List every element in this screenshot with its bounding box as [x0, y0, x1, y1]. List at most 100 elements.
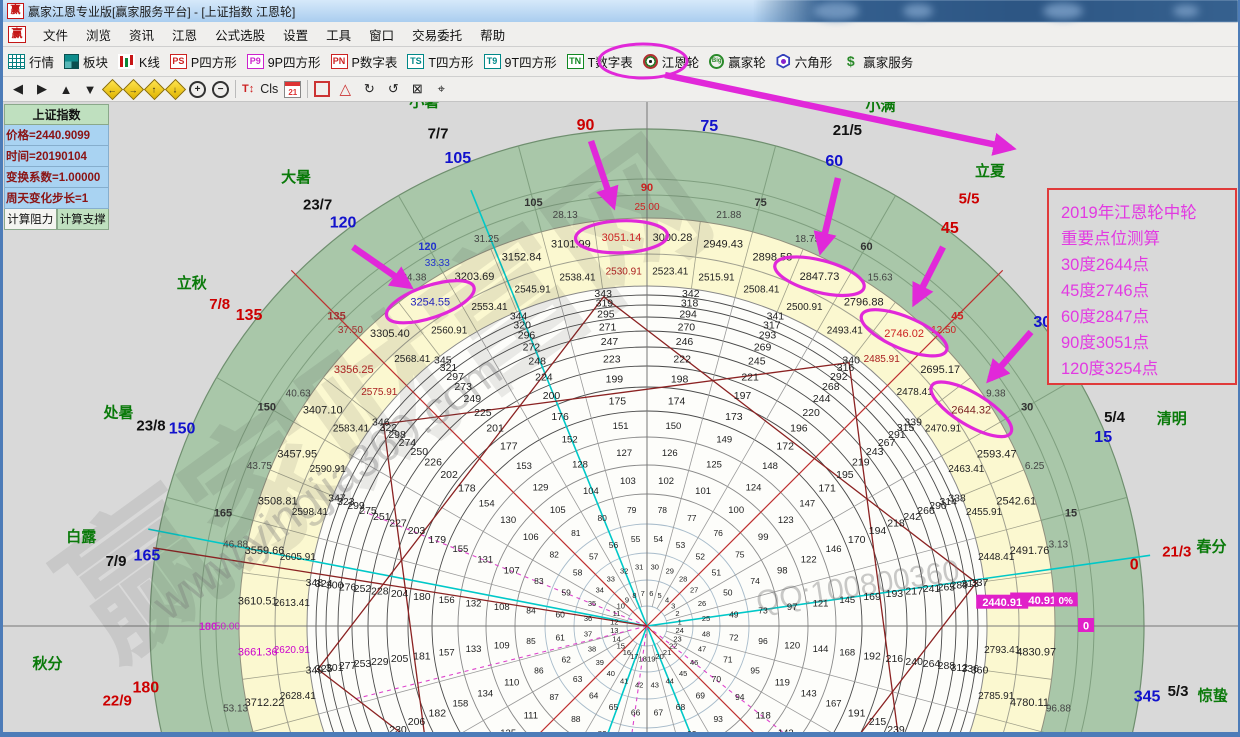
svg-text:2695.17: 2695.17 [920, 364, 960, 376]
svg-text:154: 154 [479, 498, 495, 509]
toolbar-button-赢家轮[interactable]: Big赢家轮 [704, 49, 771, 74]
svg-text:23/7: 23/7 [303, 196, 332, 213]
nav-next-icon[interactable]: ▶ [33, 80, 51, 98]
svg-text:35: 35 [588, 599, 596, 608]
svg-text:2500.91: 2500.91 [786, 302, 823, 313]
pan-right-icon[interactable]: → [123, 78, 144, 99]
menu-item-设置[interactable]: 设置 [274, 26, 317, 46]
svg-text:60: 60 [825, 153, 843, 170]
calc-resistance-button[interactable]: 计算阻力 [4, 209, 57, 230]
time-scale-icon[interactable]: T↕ [242, 80, 254, 98]
menu-item-窗口[interactable]: 窗口 [360, 26, 403, 46]
menu-item-江恩[interactable]: 江恩 [163, 26, 206, 46]
menu-item-工具[interactable]: 工具 [317, 26, 360, 46]
menu-item-公式选股[interactable]: 公式选股 [206, 26, 274, 46]
svg-text:26: 26 [698, 599, 706, 608]
triangle-tool-icon[interactable]: △ [336, 80, 354, 98]
toolbar-button-P四方形[interactable]: PSP四方形 [165, 49, 242, 74]
nav-up-icon[interactable]: ▲ [57, 80, 75, 98]
kline-icon [118, 54, 135, 69]
calc-support-button[interactable]: 计算支撑 [57, 209, 110, 230]
svg-text:62: 62 [561, 655, 571, 665]
svg-text:173: 173 [725, 411, 743, 423]
toolbar-label: 江恩轮 [662, 52, 700, 71]
zoom-out-icon[interactable]: − [212, 81, 229, 98]
toolbar-button-T四方形[interactable]: TST四方形 [402, 49, 478, 74]
svg-text:8: 8 [632, 591, 636, 600]
svg-text:2949.43: 2949.43 [703, 239, 743, 251]
svg-text:60: 60 [555, 610, 565, 620]
menu-item-浏览[interactable]: 浏览 [77, 26, 120, 46]
svg-text:46: 46 [690, 658, 698, 667]
nav-down-icon[interactable]: ▼ [81, 80, 99, 98]
calendar-icon[interactable]: 21 [284, 81, 301, 98]
svg-text:31: 31 [635, 563, 643, 572]
annotation-line: 30度2644点 [1061, 252, 1235, 278]
svg-text:222: 222 [673, 354, 691, 366]
svg-text:240: 240 [905, 656, 923, 668]
toolbar-button-江恩轮[interactable]: 江恩轮 [638, 49, 705, 74]
pan-down-icon[interactable]: ↓ [165, 78, 186, 99]
zoom-in-icon[interactable]: + [189, 81, 206, 98]
toolbar-button-赢家服务[interactable]: $赢家服务 [837, 49, 918, 74]
svg-text:31.25: 31.25 [474, 234, 499, 245]
pan-up-icon[interactable]: ↑ [144, 78, 165, 99]
toolbar-button-板块[interactable]: 板块 [59, 49, 113, 74]
delete-box-icon[interactable]: ⊠ [408, 80, 426, 98]
svg-text:200: 200 [543, 390, 561, 402]
nav-prev-icon[interactable]: ◀ [9, 80, 27, 98]
toolbar-button-六角形[interactable]: 六角形 [771, 49, 838, 74]
svg-text:2598.41: 2598.41 [292, 507, 329, 518]
svg-text:109: 109 [494, 640, 510, 651]
svg-text:60: 60 [860, 241, 872, 253]
svg-text:155: 155 [452, 544, 468, 555]
svg-text:77: 77 [687, 513, 697, 523]
pan-left-icon[interactable]: ← [102, 78, 123, 99]
svg-text:29: 29 [666, 567, 674, 576]
svg-text:171: 171 [818, 483, 836, 495]
svg-text:270: 270 [678, 321, 696, 333]
svg-text:45: 45 [679, 669, 687, 678]
svg-text:3457.95: 3457.95 [277, 449, 317, 461]
svg-text:2470.91: 2470.91 [925, 424, 962, 435]
toolbar-button-9P四方形[interactable]: P99P四方形 [242, 49, 326, 74]
toolbar-separator [307, 80, 308, 98]
svg-text:122: 122 [801, 554, 817, 565]
toolbar-button-K线[interactable]: K线 [113, 49, 165, 74]
winner-service-icon: $ [842, 54, 859, 69]
toolbar-button-T数字表[interactable]: TNT数字表 [562, 49, 638, 74]
svg-text:98: 98 [777, 565, 788, 576]
cls-button[interactable]: Cls [260, 80, 278, 98]
svg-text:193: 193 [886, 588, 904, 600]
toolbar-button-9T四方形[interactable]: T99T四方形 [479, 49, 562, 74]
svg-text:清明: 清明 [1157, 409, 1187, 427]
svg-text:93: 93 [713, 714, 723, 724]
svg-text:64: 64 [589, 690, 599, 700]
rotate-ccw-icon[interactable]: ↺ [384, 80, 402, 98]
svg-text:339: 339 [904, 416, 922, 428]
svg-text:135: 135 [236, 307, 263, 324]
svg-text:120: 120 [330, 215, 357, 232]
toolbar-button-P数字表[interactable]: PNP数字表 [326, 49, 403, 74]
svg-text:197: 197 [734, 390, 752, 402]
svg-text:2440.91: 2440.91 [982, 597, 1022, 609]
menu-item-资讯[interactable]: 资讯 [120, 26, 163, 46]
nav-toolbar: ◀ ▶ ▲ ▼←→↑↓+−T↕ Cls 21 △ ↻ ↺ ⊠ ⌖ [3, 77, 1238, 102]
svg-text:6.25: 6.25 [1025, 461, 1045, 472]
svg-text:87: 87 [549, 692, 559, 702]
menu-item-文件[interactable]: 文件 [34, 26, 77, 46]
toolbar-button-行情[interactable]: 行情 [3, 49, 59, 74]
svg-text:220: 220 [802, 407, 820, 419]
svg-text:126: 126 [662, 448, 678, 459]
svg-text:2644.32: 2644.32 [951, 404, 991, 416]
center-icon[interactable]: ⌖ [432, 80, 450, 98]
rotate-cw-icon[interactable]: ↻ [360, 80, 378, 98]
menu-item-交易委托[interactable]: 交易委托 [403, 26, 471, 46]
rect-tool-icon[interactable] [314, 81, 330, 97]
svg-text:229: 229 [371, 656, 389, 668]
svg-text:105: 105 [444, 150, 471, 167]
svg-text:252: 252 [354, 583, 372, 595]
svg-text:2463.41: 2463.41 [948, 464, 985, 475]
svg-text:215: 215 [869, 716, 887, 728]
menu-item-帮助[interactable]: 帮助 [471, 26, 514, 46]
